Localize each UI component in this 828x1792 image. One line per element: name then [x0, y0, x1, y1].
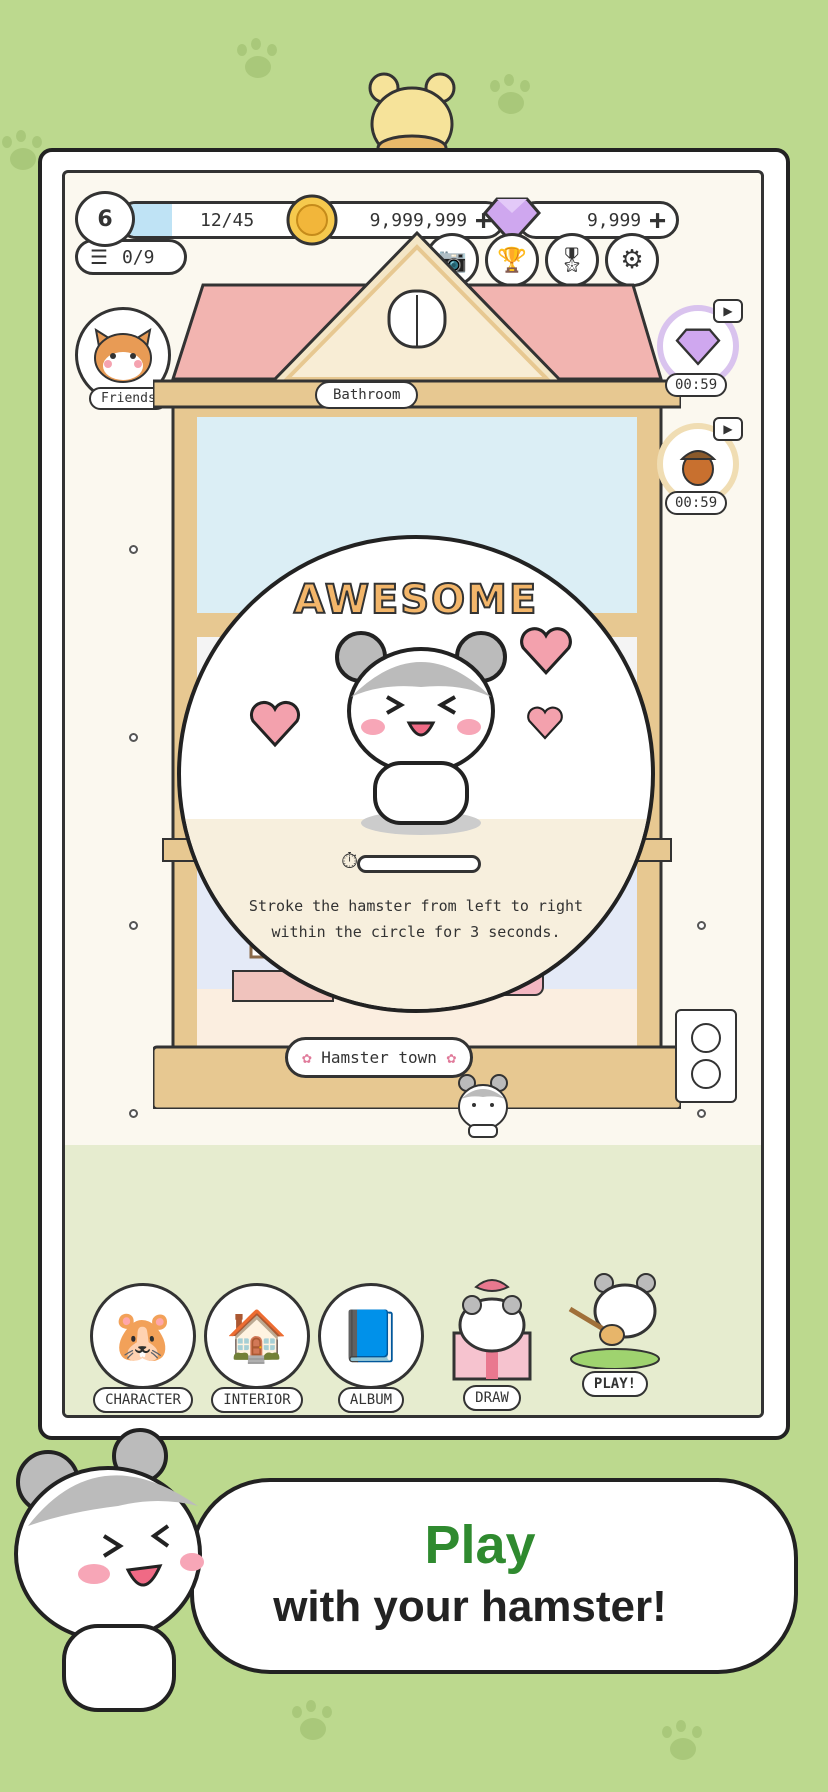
popup-title: AWESOME — [293, 576, 539, 624]
game-screen: 6 12/45 9,999,999 + 9,999 + ☰ 0/9 📷 🏆 🎖 … — [62, 170, 764, 1418]
room-label[interactable]: Bathroom — [315, 381, 419, 409]
wall-outlet — [675, 1009, 737, 1103]
stroke-minigame-popup[interactable]: AWESOME ⏱ Stroke the hamster from left t… — [177, 535, 655, 1013]
video-ad-icon: ▶ — [713, 417, 743, 441]
album-button[interactable]: 📘 ALBUM — [311, 1283, 431, 1413]
wall-dot — [129, 1109, 138, 1118]
draw-label: DRAW — [463, 1385, 521, 1411]
shiba-dog-icon — [94, 327, 152, 383]
town-label-text: Hamster town — [321, 1048, 437, 1067]
promo-bubble — [190, 1478, 798, 1674]
video-ad-icon: ▶ — [713, 299, 743, 323]
promo-line2: with your hamster! — [273, 1582, 667, 1631]
wall-dot — [697, 1109, 706, 1118]
happy-hamster-character[interactable] — [321, 627, 521, 837]
play-label: PLAY! — [581, 1371, 649, 1397]
popup-instruction-line1: Stroke the hamster from left to right — [248, 897, 584, 915]
character-label: CHARACTER — [93, 1387, 193, 1413]
interior-label: INTERIOR — [211, 1387, 303, 1413]
hamster-with-guitar-icon — [568, 1273, 660, 1370]
hamster-character[interactable] — [455, 1073, 511, 1139]
gem-amount: 9,999 — [586, 209, 642, 231]
wall-dot — [697, 921, 706, 930]
paw-print-decoration — [235, 38, 283, 86]
level-number: 6 — [97, 206, 113, 232]
album-ball: 📘 — [318, 1283, 424, 1389]
big-hamster-mascot — [14, 1428, 204, 1712]
flower-icon: ✿ — [302, 1048, 312, 1067]
acorn-icon — [679, 450, 717, 486]
paw-print-decoration — [488, 74, 536, 122]
reward-timer: 00:59 — [665, 373, 728, 397]
heart-icon — [527, 706, 563, 740]
interior-ball: 🏠 — [204, 1283, 310, 1389]
popup-instruction-line2: within the circle for 3 seconds. — [271, 923, 561, 941]
character-button[interactable]: 🐹 CHARACTER — [83, 1283, 203, 1413]
heart-icon — [520, 627, 572, 676]
list-icon: ☰ — [90, 245, 108, 269]
hamster-icon: 🐹 — [111, 1306, 175, 1365]
gift-box-hamster-icon — [452, 1279, 532, 1381]
promo-line1: Play — [424, 1515, 536, 1575]
house-icon: 🏠 — [225, 1306, 289, 1365]
xp-text: 12/45 — [200, 209, 255, 231]
paw-print-decoration — [290, 1700, 338, 1748]
wall-dot — [129, 545, 138, 554]
level-badge[interactable]: 6 — [75, 191, 135, 247]
interior-button[interactable]: 🏠 INTERIOR — [197, 1283, 317, 1413]
character-ball: 🐹 — [90, 1283, 196, 1389]
stopwatch-icon: ⏱ — [341, 849, 359, 874]
coin-amount: 9,999,999 — [369, 209, 468, 231]
reward-timer: 00:59 — [665, 491, 728, 515]
play-button[interactable]: PLAY! — [555, 1269, 675, 1397]
quest-progress: 0/9 — [121, 246, 155, 268]
town-label[interactable]: ✿ Hamster town ✿ — [285, 1037, 474, 1078]
wall-dot — [129, 921, 138, 930]
stroke-timer — [357, 855, 481, 873]
album-label: ALBUM — [337, 1387, 405, 1413]
draw-button[interactable]: DRAW — [437, 1273, 547, 1411]
heart-icon — [249, 700, 301, 748]
album-book-icon: 📘 — [339, 1306, 403, 1365]
flower-icon: ✿ — [446, 1048, 457, 1067]
paw-print-decoration — [660, 1720, 708, 1768]
wall-dot — [129, 733, 138, 742]
gem-reward-icon — [675, 328, 721, 366]
